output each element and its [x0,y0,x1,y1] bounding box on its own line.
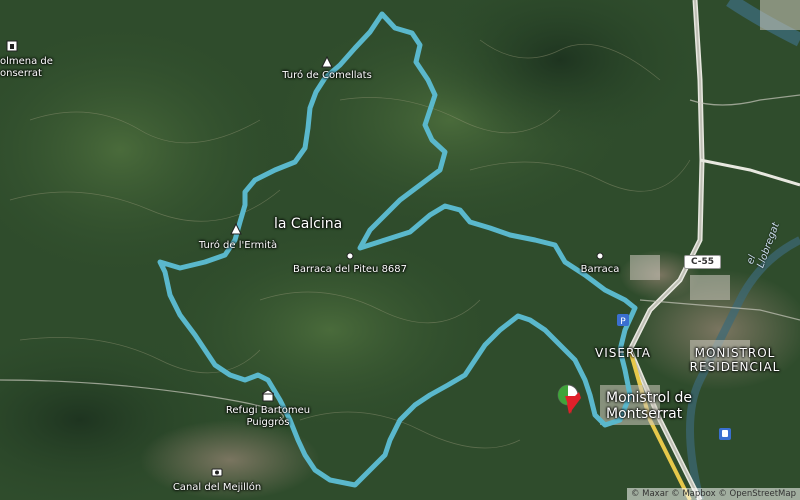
museum-icon[interactable] [6,40,18,52]
place-label-barraca: Barraca [580,264,620,275]
train-station-icon[interactable] [719,428,731,440]
map-attribution[interactable]: © Maxar © Mapbox © OpenStreetMap [626,488,800,500]
parking-icon[interactable]: P [617,314,629,326]
satellite-terrain [0,0,800,500]
start-end-marker-icon[interactable] [557,384,581,418]
poi-label-turo-ermita: Turó de l'Ermità [198,240,278,251]
place-label-monistrol-town: Monistrol de Montserrat [606,390,693,422]
poi-label-barraca-piteu: Barraca del Piteu 8687 [292,264,408,275]
poi-label-refugi: Refugi Bartomeu Puiggròs [225,405,311,428]
road-shield-c55: C-55 [684,255,722,269]
peak-icon[interactable] [230,223,242,235]
map-canvas[interactable]: Turó de Comellats Turó de l'Ermità Barra… [0,0,800,500]
point-icon[interactable] [594,250,606,262]
poi-label-turo-comellats: Turó de Comellats [282,70,372,81]
poi-label-canal: Canal del Mejillón [172,482,262,493]
place-label-monistrol-residencial: MONISTROL RESIDENCIAL [689,346,781,374]
place-label-viserta: VISERTA [595,346,652,360]
place-label-la-calcina: la Calcina [274,216,343,232]
place-label-colmena: olmena de onserrat [0,56,53,79]
peak-icon[interactable] [321,56,333,68]
camera-icon[interactable] [211,466,223,478]
svg-text:P: P [620,317,626,326]
shelter-icon[interactable] [262,390,274,402]
point-icon[interactable] [344,250,356,262]
